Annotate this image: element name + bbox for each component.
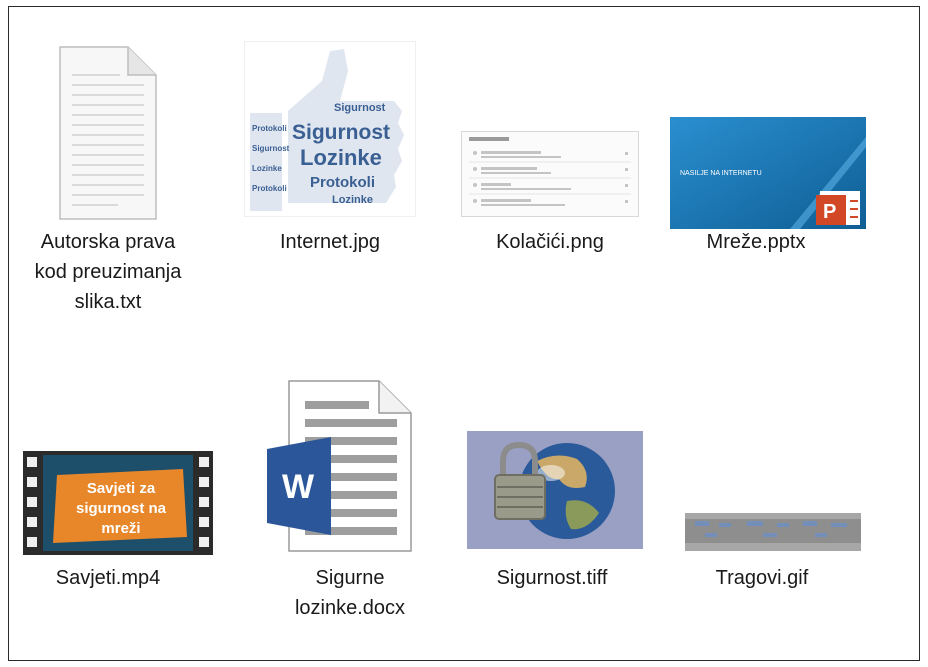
file-name: Mreže.pptx	[706, 231, 806, 253]
svg-text:Sigurnost: Sigurnost	[292, 121, 390, 144]
file-item-autorska-prava[interactable]: Autorska prava kod preuzimanja slika.txt	[23, 37, 193, 317]
file-name: Savjeti.mp4	[55, 567, 161, 589]
image-thumbnail	[461, 131, 639, 217]
text-file-icon	[59, 46, 157, 220]
svg-text:Savjeti za: Savjeti za	[87, 480, 156, 497]
file-name: Kolačići.png	[496, 231, 604, 253]
svg-text:sigurnost na: sigurnost na	[76, 500, 167, 517]
svg-text:Lozinke: Lozinke	[252, 164, 282, 173]
image-thumbnail	[685, 513, 861, 551]
file-name: Tragovi.gif	[715, 567, 809, 589]
file-name: Autorska prava kod preuzimanja slika.txt	[34, 231, 182, 313]
file-item-kolacici-png[interactable]: Kolačići.png	[461, 37, 639, 257]
image-thumbnail	[467, 431, 643, 549]
file-item-mreze-pptx[interactable]: NASILJE NA INTERNETU P Mreže.pptx	[670, 37, 866, 257]
svg-text:Protokoli: Protokoli	[252, 184, 287, 193]
svg-text:NASILJE NA INTERNETU: NASILJE NA INTERNETU	[680, 170, 762, 177]
svg-text:Protokoli: Protokoli	[252, 124, 287, 133]
svg-text:Protokoli: Protokoli	[310, 174, 375, 191]
file-explorer-view: Autorska prava kod preuzimanja slika.txt…	[8, 6, 920, 661]
file-name: Internet.jpg	[279, 231, 381, 253]
file-name: Sigurne lozinke.docx	[294, 567, 406, 619]
file-item-savjeti-mp4[interactable]: Savjeti za sigurnost na mreži Savjeti.mp…	[23, 373, 213, 593]
powerpoint-thumbnail: NASILJE NA INTERNETU P	[670, 117, 866, 229]
image-thumbnail: Sigurnost Sigurnost Lozinke Protokoli Lo…	[244, 41, 416, 217]
file-item-sigurnost-tiff[interactable]: Sigurnost.tiff	[467, 373, 643, 593]
file-name: Sigurnost.tiff	[496, 567, 608, 589]
svg-text:Lozinke: Lozinke	[300, 145, 382, 170]
file-item-internet-jpg[interactable]: Sigurnost Sigurnost Lozinke Protokoli Lo…	[244, 37, 416, 257]
file-item-sigurne-lozinke-docx[interactable]: W Sigurne lozinke.docx	[265, 373, 435, 623]
svg-text:Sigurnost: Sigurnost	[252, 144, 290, 153]
svg-text:Sigurnost: Sigurnost	[334, 102, 386, 114]
svg-text:Lozinke: Lozinke	[332, 194, 373, 206]
video-thumbnail: Savjeti za sigurnost na mreži	[23, 451, 213, 555]
svg-text:mreži: mreži	[101, 520, 140, 537]
svg-text:W: W	[282, 468, 315, 506]
word-file-icon: W	[267, 380, 412, 552]
svg-text:P: P	[823, 201, 836, 223]
file-item-tragovi-gif[interactable]: Tragovi.gif	[677, 373, 861, 593]
